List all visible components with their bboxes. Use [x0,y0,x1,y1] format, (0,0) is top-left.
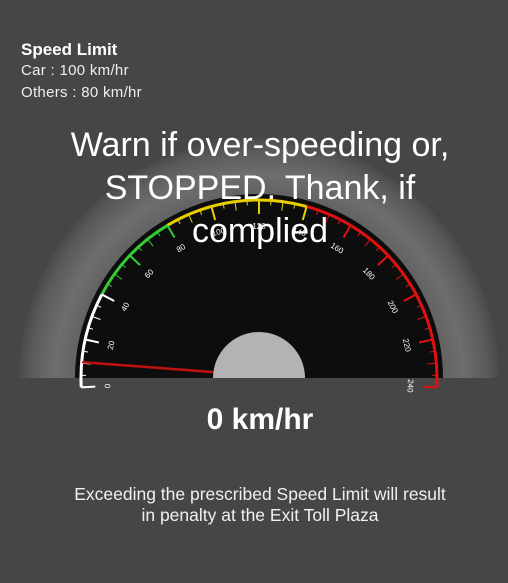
notice-line-1: Exceeding the prescribed Speed Limit wil… [74,484,446,504]
gauge-major-tick [81,385,96,389]
gauge-tick-label-240: 240 [405,379,415,393]
gauge-major-tick [422,385,437,389]
gauge-tick-label-0: 0 [103,383,112,388]
penalty-notice: Exceeding the prescribed Speed Limit wil… [0,484,508,526]
gauge-tick-label-120: 120 [252,222,266,231]
notice-line-2: in penalty at the Exit Toll Plaza [141,505,379,525]
speed-readout: 0 km/hr [206,403,314,436]
